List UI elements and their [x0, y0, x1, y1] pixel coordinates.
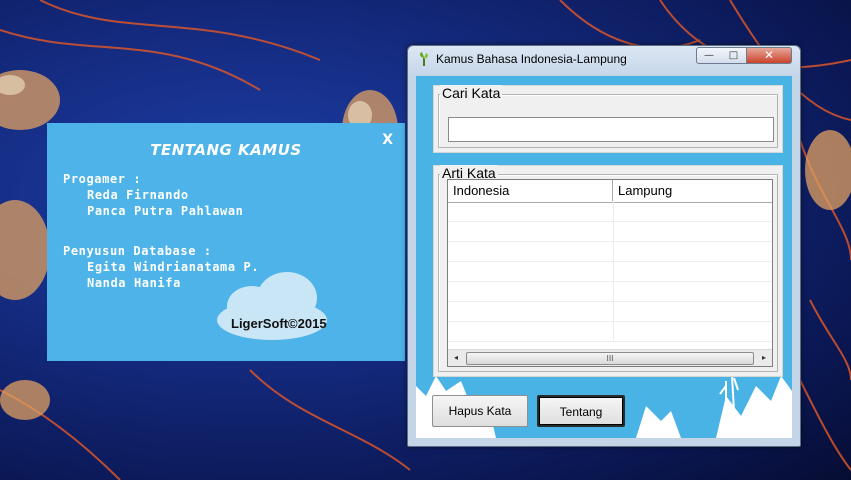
search-group-label: Cari Kata	[440, 85, 503, 101]
database-heading: Penyusun Database :	[63, 244, 212, 258]
clear-word-button[interactable]: Hapus Kata	[432, 395, 528, 427]
table-row[interactable]	[448, 242, 772, 262]
column-header-indonesia[interactable]: Indonesia	[448, 180, 613, 201]
table-row[interactable]	[448, 202, 772, 222]
about-button[interactable]: Tentang	[537, 395, 625, 427]
programmer-name: Reda Firnando	[87, 188, 189, 202]
cloud-icon	[217, 272, 327, 340]
scroll-right-icon[interactable]: ▸	[758, 352, 770, 364]
table-row[interactable]	[448, 222, 772, 242]
app-icon	[419, 52, 429, 66]
window-client-area: Cari Kata Arti Kata Indonesia Lampung ◂ …	[416, 76, 792, 438]
results-table[interactable]: Indonesia Lampung ◂ III ▸	[447, 179, 773, 367]
about-panel: TENTANG KAMUS X Progamer : Reda Firnando…	[47, 123, 405, 361]
minimize-button[interactable]: —	[696, 47, 722, 64]
dictionary-window: Kamus Bahasa Indonesia-Lampung — □ ✕ Car…	[407, 45, 801, 447]
search-group: Cari Kata	[433, 85, 783, 153]
search-input[interactable]	[448, 117, 774, 142]
programmer-heading: Progamer :	[63, 172, 142, 186]
table-header: Indonesia Lampung	[448, 180, 772, 203]
close-button[interactable]: ✕	[747, 47, 792, 64]
copyright-text: LigerSoft©2015	[231, 316, 327, 331]
scroll-thumb[interactable]: III	[466, 352, 754, 365]
maximize-button[interactable]: □	[721, 47, 747, 64]
window-title: Kamus Bahasa Indonesia-Lampung	[436, 52, 627, 66]
about-title: TENTANG KAMUS	[150, 141, 302, 159]
table-body	[448, 202, 772, 352]
table-row[interactable]	[448, 262, 772, 282]
title-bar[interactable]: Kamus Bahasa Indonesia-Lampung — □ ✕	[408, 46, 800, 74]
programmer-name: Panca Putra Pahlawan	[87, 204, 244, 218]
column-header-lampung[interactable]: Lampung	[613, 180, 772, 201]
scroll-left-icon[interactable]: ◂	[450, 352, 462, 364]
table-row[interactable]	[448, 282, 772, 302]
about-close-button[interactable]: X	[382, 132, 393, 148]
table-row[interactable]	[448, 322, 772, 342]
table-row[interactable]	[448, 302, 772, 322]
horizontal-scrollbar[interactable]: ◂ III ▸	[448, 349, 772, 366]
